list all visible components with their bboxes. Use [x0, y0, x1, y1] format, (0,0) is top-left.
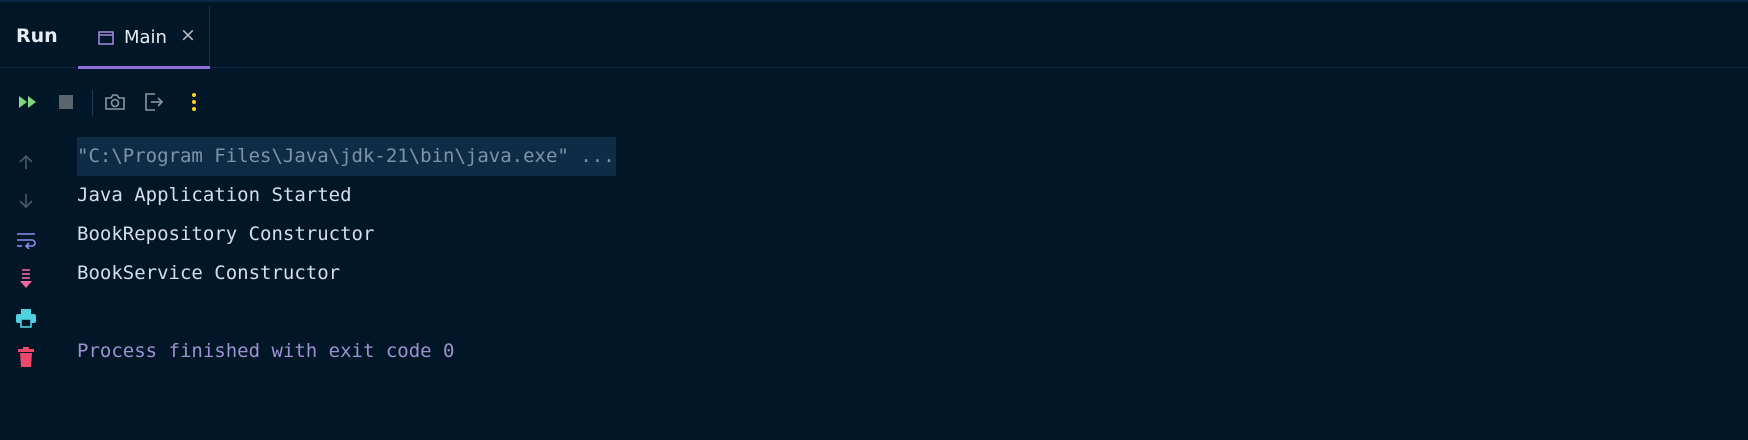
more-button[interactable]: [182, 90, 206, 114]
camera-icon: [105, 94, 125, 110]
run-toolbar: [0, 82, 260, 122]
more-vertical-icon: [192, 93, 196, 111]
console-line: BookService Constructor: [77, 262, 341, 284]
tab-main[interactable]: Main ×: [78, 6, 210, 69]
print-icon: [16, 309, 36, 328]
scroll-to-end-icon: [20, 269, 32, 288]
print-button[interactable]: [14, 306, 38, 330]
exit-button[interactable]: [142, 90, 166, 114]
run-panel: Run Main × "C:\Program Files\Java\jdk-21…: [0, 0, 1748, 440]
soft-wrap-icon: [17, 233, 36, 249]
panel-title: Run: [16, 25, 58, 47]
arrow-down-icon: [19, 194, 33, 209]
close-icon[interactable]: ×: [180, 26, 196, 45]
window-icon: [98, 30, 114, 45]
stop-button[interactable]: [54, 90, 78, 114]
exit-icon: [145, 93, 164, 111]
toolbar-separator: [92, 90, 93, 116]
stop-icon: [59, 95, 73, 109]
scroll-down-button[interactable]: [14, 189, 38, 213]
tab-label: Main: [124, 27, 167, 48]
command-line[interactable]: "C:\Program Files\Java\jdk-21\bin\java.e…: [77, 137, 616, 176]
trash-icon: [18, 347, 34, 367]
scroll-up-button[interactable]: [14, 150, 38, 174]
rerun-button[interactable]: [16, 90, 40, 114]
console-line: Java Application Started: [77, 184, 352, 206]
console-line: BookRepository Constructor: [77, 223, 375, 245]
tab-active-indicator: [78, 66, 210, 69]
arrow-up-icon: [19, 154, 33, 169]
screenshot-button[interactable]: [103, 90, 127, 114]
run-header: Run Main ×: [0, 2, 1748, 69]
clear-button[interactable]: [14, 345, 38, 369]
soft-wrap-button[interactable]: [14, 228, 38, 252]
exit-status-line: Process finished with exit code 0: [77, 340, 455, 362]
rerun-icon: [19, 96, 36, 108]
scroll-to-end-button[interactable]: [14, 267, 38, 291]
